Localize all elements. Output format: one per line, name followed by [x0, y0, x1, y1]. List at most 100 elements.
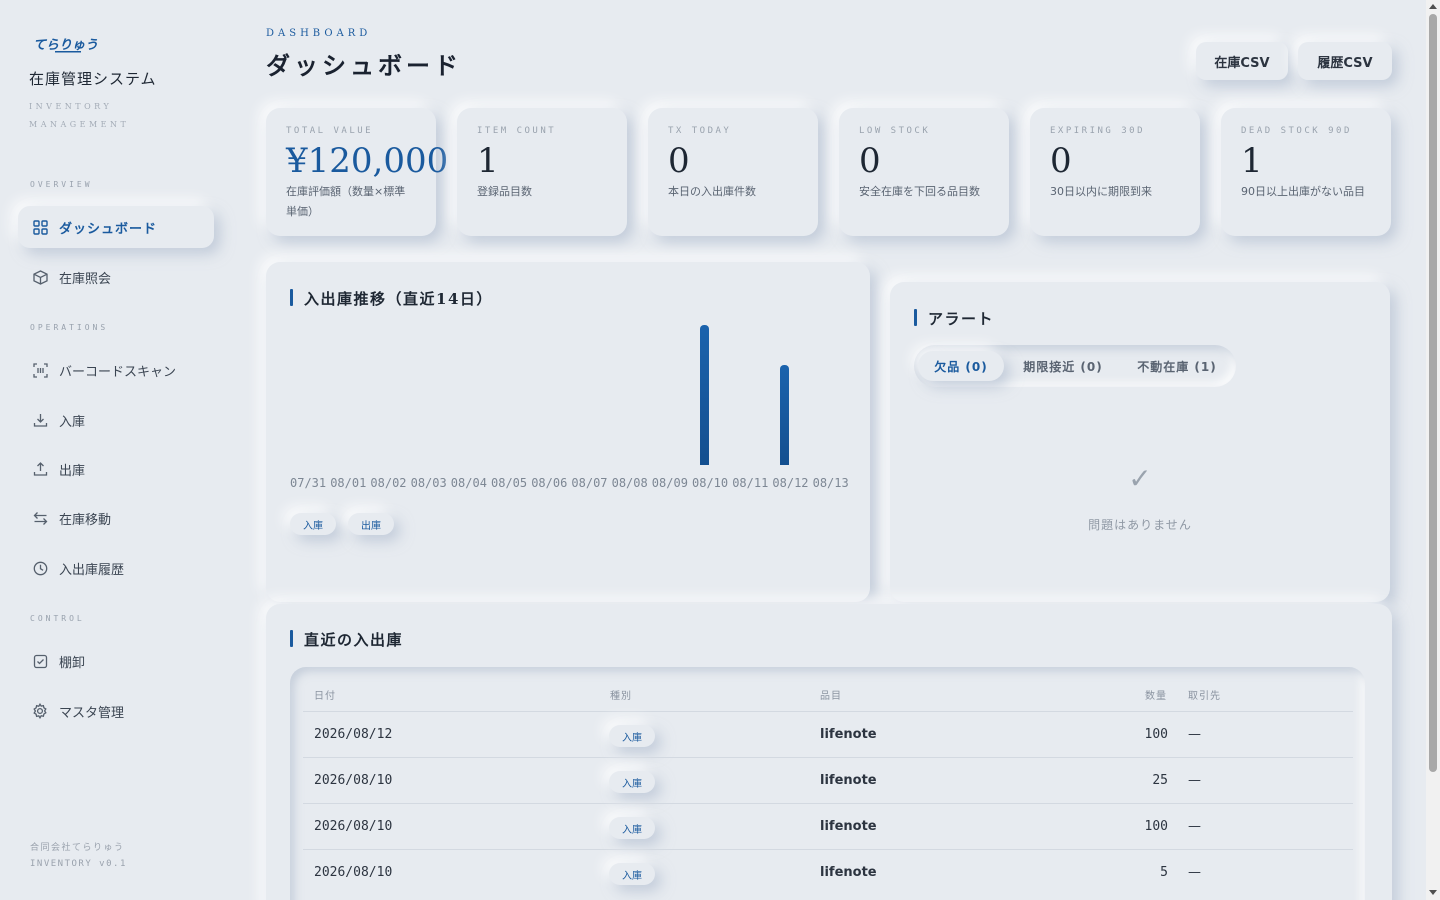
section-label-control: CONTROL: [30, 614, 85, 623]
cell-item: lifenote: [820, 773, 877, 788]
sidebar-item-label: 棚卸: [59, 655, 86, 671]
box-icon: [32, 269, 48, 285]
kpi-description: 90日以上出庫がない品目: [1241, 185, 1365, 198]
column-header-date[interactable]: 日付: [314, 687, 336, 702]
download-icon: [32, 412, 48, 428]
kpi-description: 30日以内に期限到来: [1050, 185, 1152, 198]
svg-text:てらりゅう: てらりゅう: [33, 38, 98, 53]
sidebar-item-label: 入庫: [59, 414, 86, 430]
sidebar-item-barcode-scan[interactable]: バーコードスキャン: [18, 349, 214, 391]
history-csv-button[interactable]: 履歴CSV: [1298, 42, 1392, 80]
page-title: ダッシュボード: [266, 51, 462, 80]
check-icon: ✓: [1128, 462, 1152, 495]
kpi-card-tx-today: TX TODAY 0 本日の入出庫件数: [648, 108, 818, 236]
sidebar-item-master[interactable]: マスタ管理: [18, 690, 214, 732]
tab-expiring[interactable]: 期限接近 (0): [1014, 351, 1112, 381]
x-tick-label: 08/05: [491, 476, 528, 490]
checkbox-icon: [32, 653, 48, 669]
sidebar-item-stocktaking[interactable]: 棚卸: [18, 640, 214, 682]
type-badge: 入庫: [609, 863, 655, 885]
page-eyebrow: DASHBOARD: [266, 28, 372, 39]
scan-icon: [32, 362, 48, 378]
section-label-overview: OVERVIEW: [30, 180, 93, 189]
kpi-label: EXPIRING 30D: [1050, 126, 1146, 136]
cell-date: 2026/08/10: [314, 865, 393, 880]
sidebar-item-dashboard[interactable]: ダッシュボード: [18, 206, 214, 248]
cell-partner: —: [1188, 727, 1201, 742]
cell-date: 2026/08/12: [314, 727, 393, 742]
x-tick-label: 07/31: [290, 476, 327, 490]
page-scrollbar[interactable]: [1426, 0, 1440, 900]
legend-outbound[interactable]: 出庫: [348, 513, 394, 535]
alerts-title: アラート: [914, 308, 994, 329]
sidebar-item-inbound[interactable]: 入庫: [18, 399, 214, 441]
cell-qty: 25: [1152, 773, 1168, 788]
sidebar-item-stock-inquiry[interactable]: 在庫照会: [18, 256, 214, 298]
chart-bar-inbound[interactable]: [700, 325, 709, 465]
company-logo: てらりゅう: [33, 36, 103, 54]
kpi-value: 0: [1050, 141, 1072, 181]
alerts-panel: [890, 282, 1390, 602]
kpi-card-low-stock: LOW STOCK 0 安全在庫を下回る品目数: [839, 108, 1009, 236]
trend-chart-title: 入出庫推移（直近14日）: [290, 288, 493, 309]
app-title: 在庫管理システム: [29, 70, 157, 88]
sidebar-footer: 合同会社てらりゅう INVENTORY v0.1: [30, 840, 127, 872]
column-header-item[interactable]: 品目: [820, 687, 842, 702]
sidebar-item-label: ダッシュボード: [59, 221, 158, 237]
cell-item: lifenote: [820, 865, 877, 880]
column-header-qty[interactable]: 数量: [1145, 687, 1167, 702]
sidebar-item-label: 在庫移動: [59, 512, 112, 528]
grid-icon: [32, 219, 48, 235]
kpi-description: 安全在庫を下回る品目数: [859, 185, 980, 198]
x-tick-label: 08/10: [692, 476, 729, 490]
cell-date: 2026/08/10: [314, 773, 393, 788]
type-badge: 入庫: [609, 771, 655, 793]
type-badge: 入庫: [609, 725, 655, 747]
alerts-empty-message: 問題はありません: [1088, 518, 1192, 532]
kpi-card-total-value: TOTAL VALUE ¥120,000 在庫評価額（数量×標準単価）: [266, 108, 449, 236]
cell-partner: —: [1188, 773, 1201, 788]
cell-item: lifenote: [820, 727, 877, 742]
column-header-type[interactable]: 種別: [610, 687, 632, 702]
x-tick-label: 08/12: [772, 476, 809, 490]
kpi-value: 0: [859, 141, 881, 181]
stock-csv-button[interactable]: 在庫CSV: [1196, 42, 1288, 80]
scroll-down-arrow[interactable]: [1429, 890, 1437, 895]
cell-item: lifenote: [820, 819, 877, 834]
recent-transactions-title: 直近の入出庫: [290, 629, 403, 650]
gear-icon: [32, 703, 48, 719]
scrollbar-thumb[interactable]: [1429, 14, 1437, 772]
footer-company: 合同会社てらりゅう: [30, 843, 125, 853]
tab-dead-stock[interactable]: 不動在庫 (1): [1126, 351, 1228, 381]
kpi-label: LOW STOCK: [859, 126, 931, 136]
type-badge: 入庫: [609, 817, 655, 839]
sidebar-item-label: 出庫: [59, 463, 86, 479]
scroll-up-arrow[interactable]: [1429, 4, 1437, 9]
cell-partner: —: [1188, 865, 1201, 880]
sidebar: てらりゅう 在庫管理システム INVENTORY MANAGEMENT OVER…: [0, 0, 250, 900]
kpi-value: 1: [1241, 141, 1263, 181]
table-row[interactable]: 2026/08/12 入庫 lifenote 100 —: [303, 711, 1353, 757]
app-subtitle: INVENTORY MANAGEMENT: [29, 102, 130, 129]
column-header-partner[interactable]: 取引先: [1188, 687, 1221, 702]
kpi-value: 1: [477, 141, 499, 181]
sidebar-item-history[interactable]: 入出庫履歴: [18, 547, 214, 589]
kpi-value: ¥120,000: [286, 141, 449, 181]
table-row[interactable]: 2026/08/10 入庫 lifenote 5 —: [303, 849, 1353, 895]
kpi-description: 登録品目数: [477, 185, 532, 198]
table-row[interactable]: 2026/08/10 入庫 lifenote 25 —: [303, 757, 1353, 803]
kpi-value: 0: [668, 141, 690, 181]
table-row[interactable]: 2026/08/10 入庫 lifenote 100 —: [303, 803, 1353, 849]
chart-bar-inbound[interactable]: [780, 365, 790, 465]
sidebar-item-label: 在庫照会: [59, 271, 112, 287]
tab-stockout[interactable]: 欠品 (0): [918, 351, 1004, 381]
sidebar-item-stock-transfer[interactable]: 在庫移動: [18, 497, 214, 539]
kpi-description: 本日の入出庫件数: [668, 185, 756, 198]
x-tick-label: 08/06: [531, 476, 568, 490]
cell-qty: 100: [1144, 727, 1168, 742]
sidebar-item-outbound[interactable]: 出庫: [18, 448, 214, 490]
clock-icon: [32, 560, 48, 576]
x-tick-label: 08/02: [370, 476, 407, 490]
legend-inbound[interactable]: 入庫: [290, 513, 336, 535]
kpi-card-dead-stock: DEAD STOCK 90D 1 90日以上出庫がない品目: [1221, 108, 1391, 236]
